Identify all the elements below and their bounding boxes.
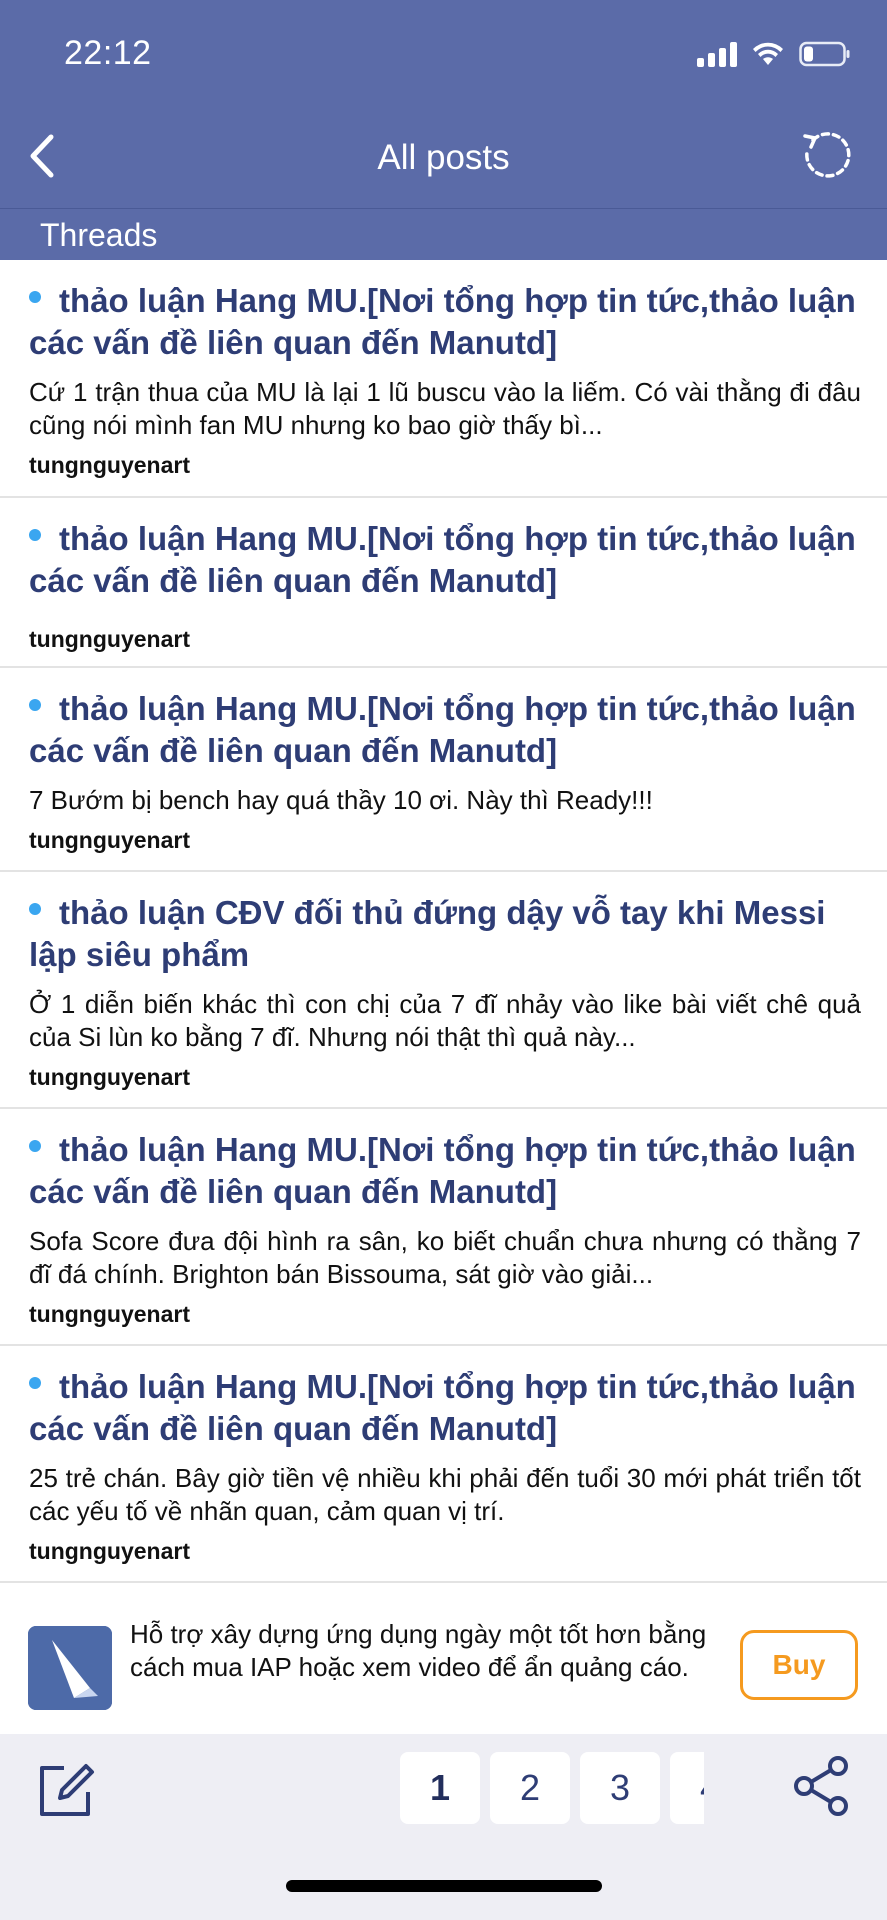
battery-icon (799, 41, 851, 67)
thread-author[interactable]: tungnguyenart (29, 1538, 861, 1565)
bottom-toolbar: 1 2 3 4 (0, 1734, 887, 1920)
thread-excerpt: Sofa Score đưa đội hình ra sân, ko biết … (29, 1226, 861, 1289)
signal-icon (697, 41, 737, 67)
thread-excerpt: 7 Bướm bị bench hay quá thầy 10 ơi. Này … (29, 785, 653, 815)
thread-excerpt: Cứ 1 trận thua của MU là lại 1 lũ buscu … (29, 377, 861, 440)
thread-author[interactable]: tungnguyenart (29, 452, 861, 479)
page-button-2[interactable]: 2 (490, 1752, 570, 1824)
ad-banner: Hỗ trợ xây dựng ứng dụng ngày một tốt hơ… (0, 1584, 887, 1734)
thread-title: thảo luận Hang MU.[Nơi tổng hợp tin tức,… (29, 690, 856, 769)
refresh-button[interactable] (795, 126, 857, 188)
thread-item[interactable]: thảo luận CĐV đối thủ đứng dậy vỗ tay kh… (0, 872, 887, 1109)
thread-title: thảo luận Hang MU.[Nơi tổng hợp tin tức,… (29, 520, 856, 599)
unread-dot-icon (29, 291, 41, 304)
page-title: All posts (377, 138, 510, 177)
wifi-icon (751, 41, 785, 67)
thread-item[interactable]: thảo luận Hang MU.[Nơi tổng hợp tin tức,… (0, 1346, 887, 1583)
thread-author[interactable]: tungnguyenart (29, 1301, 861, 1328)
buy-button[interactable]: Buy (740, 1630, 858, 1700)
section-header: Threads (0, 208, 887, 260)
refresh-icon (803, 132, 851, 178)
top-bar: 22:12 All posts (0, 0, 887, 208)
home-indicator[interactable] (286, 1880, 602, 1892)
thread-list: thảo luận Hang MU.[Nơi tổng hợp tin tức,… (0, 260, 887, 1583)
thread-excerpt: 25 trẻ chán. Bây giờ tiền vệ nhiều khi p… (29, 1463, 861, 1526)
ad-text: Hỗ trợ xây dựng ứng dụng ngày một tốt hơ… (130, 1619, 707, 1682)
status-time: 22:12 (64, 34, 152, 72)
app-logo-icon (28, 1626, 112, 1710)
thread-item[interactable]: thảo luận Hang MU.[Nơi tổng hợp tin tức,… (0, 1109, 887, 1346)
page-button-3[interactable]: 3 (580, 1752, 660, 1824)
unread-dot-icon (29, 903, 41, 916)
thread-item[interactable]: thảo luận Hang MU.[Nơi tổng hợp tin tức,… (0, 498, 887, 668)
thread-author[interactable]: tungnguyenart (29, 1064, 861, 1091)
thread-title: thảo luận CĐV đối thủ đứng dậy vỗ tay kh… (29, 894, 826, 973)
status-icons (697, 36, 851, 72)
share-button[interactable] (790, 1754, 854, 1818)
thread-title: thảo luận Hang MU.[Nơi tổng hợp tin tức,… (29, 1131, 856, 1210)
thread-title: thảo luận Hang MU.[Nơi tổng hợp tin tức,… (29, 1368, 856, 1447)
unread-dot-icon (29, 699, 41, 712)
thread-item[interactable]: thảo luận Hang MU.[Nơi tổng hợp tin tức,… (0, 260, 887, 498)
page-button-4[interactable]: 4 (670, 1752, 704, 1824)
share-icon (794, 1756, 848, 1816)
pagination: 1 2 3 4 (400, 1752, 704, 1824)
thread-author[interactable]: tungnguyenart (29, 827, 861, 854)
page-button-1[interactable]: 1 (400, 1752, 480, 1824)
compose-button[interactable] (34, 1758, 98, 1822)
thread-author[interactable]: tungnguyenart (29, 626, 861, 653)
section-label: Threads (40, 217, 158, 253)
unread-dot-icon (29, 1140, 41, 1153)
thread-excerpt: Ở 1 diễn biến khác thì con chị của 7 đĩ … (29, 989, 861, 1052)
thread-title: thảo luận Hang MU.[Nơi tổng hợp tin tức,… (29, 282, 856, 361)
thread-item[interactable]: thảo luận Hang MU.[Nơi tổng hợp tin tức,… (0, 668, 887, 872)
unread-dot-icon (29, 1377, 41, 1390)
unread-dot-icon (29, 529, 41, 542)
compose-icon (40, 1764, 94, 1816)
